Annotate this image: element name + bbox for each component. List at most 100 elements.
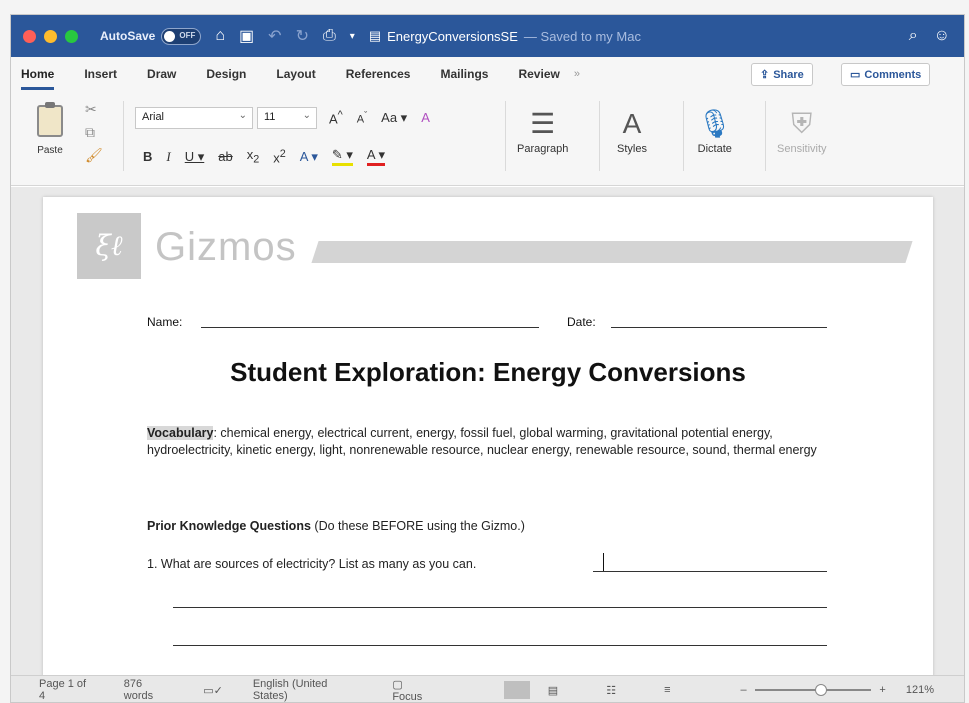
outline-view-icon[interactable]: ☷ <box>606 684 616 697</box>
clear-formatting-icon[interactable]: A <box>421 110 430 125</box>
shrink-font-icon[interactable]: Aˇ <box>357 110 367 126</box>
more-tabs-icon[interactable]: » <box>574 68 580 80</box>
status-bar: Page 1 of 4 876 words ▭✓ English (United… <box>11 675 964 703</box>
ribbon-separator <box>505 101 506 171</box>
zoom-window-button[interactable] <box>65 29 78 43</box>
paste-label: Paste <box>37 145 63 156</box>
tab-insert[interactable]: Insert <box>84 67 117 81</box>
share-button[interactable]: ⇪ Share <box>751 63 813 86</box>
autosave-label: AutoSave <box>100 29 156 43</box>
font-color-icon[interactable]: A ▾ <box>366 147 386 166</box>
header-bar <box>311 241 913 263</box>
strikethrough-icon[interactable]: ab <box>218 149 232 164</box>
grow-font-icon[interactable]: A^ <box>329 109 343 126</box>
web-layout-icon[interactable]: ▤ <box>548 684 558 697</box>
font-size-select[interactable]: 11 ⌄ <box>257 107 317 129</box>
dictate-button[interactable]: 🎙 Dictate <box>697 105 733 155</box>
bold-icon[interactable]: B <box>143 149 152 164</box>
zoom-level[interactable]: 121% <box>906 684 934 696</box>
tab-mailings[interactable]: Mailings <box>440 67 488 81</box>
ribbon-home: Paste ✂ ⧉ 🖌 Arial ⌄ 11 ⌄ A^ Aˇ Aa ▾ A B … <box>11 91 964 186</box>
cut-icon[interactable]: ✂ <box>85 101 103 118</box>
change-case-icon[interactable]: Aa ▾ <box>381 110 407 126</box>
customize-toolbar-icon[interactable]: ▾ <box>350 31 355 42</box>
clipboard-tools: ✂ ⧉ 🖌 <box>85 101 103 164</box>
print-layout-view-button[interactable] <box>503 681 530 699</box>
format-painter-icon[interactable]: 🖌 <box>85 147 103 164</box>
prior-knowledge-heading: Prior Knowledge Questions (Do these BEFO… <box>147 519 525 533</box>
undo-icon[interactable]: ↶ <box>268 26 281 46</box>
paragraph-icon: ☰ <box>530 108 556 139</box>
share-icon: ⇪ <box>760 69 770 81</box>
styles-icon: A <box>622 108 642 139</box>
paragraph-button[interactable]: ☰ Paragraph <box>517 105 568 155</box>
text-effects-icon[interactable]: A ▾ <box>300 149 318 165</box>
date-label: Date: <box>567 315 596 329</box>
document-canvas: ξℓ Gizmos Name: Date: Student Exploratio… <box>11 187 964 677</box>
italic-icon[interactable]: I <box>166 149 170 165</box>
tab-review[interactable]: Review <box>518 67 559 81</box>
ribbon-separator <box>123 101 124 171</box>
document-page[interactable]: ξℓ Gizmos Name: Date: Student Exploratio… <box>43 197 933 677</box>
chevron-down-icon: ⌄ <box>238 110 247 121</box>
ribbon-separator <box>683 101 684 171</box>
sensitivity-label: Sensitivity <box>777 143 827 155</box>
autosave-state: OFF <box>179 30 196 40</box>
page-count[interactable]: Page 1 of 4 <box>39 678 94 702</box>
underline-icon[interactable]: U ▾ <box>185 149 205 165</box>
word-count[interactable]: 876 words <box>124 678 173 702</box>
text-cursor <box>603 553 604 571</box>
page-title: Student Exploration: Energy Conversions <box>230 357 746 387</box>
search-icon[interactable]: ⌕ <box>909 27 918 45</box>
styles-label: Styles <box>617 143 647 155</box>
proofing-icon[interactable]: ▭✓ <box>203 684 223 697</box>
redo-icon[interactable]: ↻ <box>296 26 309 46</box>
clipboard-icon <box>37 102 63 137</box>
autosave-control[interactable]: AutoSave OFF <box>100 27 202 45</box>
copy-icon[interactable]: ⧉ <box>85 124 103 141</box>
vocabulary-label: Vocabulary <box>147 426 214 440</box>
print-icon[interactable]: ⎙ <box>323 27 336 45</box>
ribbon-tabs: Home Insert Draw Design Layout Reference… <box>11 57 964 91</box>
tab-design[interactable]: Design <box>206 67 246 81</box>
highlight-icon[interactable]: ✎ ▾ <box>331 147 353 166</box>
paste-button[interactable]: Paste <box>25 102 75 165</box>
answer-line-2 <box>173 607 827 608</box>
tab-draw[interactable]: Draw <box>147 67 176 81</box>
microphone-icon: 🎙 <box>697 108 733 139</box>
zoom-out-icon[interactable]: – <box>740 684 746 696</box>
home-icon[interactable]: ⌂ <box>215 27 225 45</box>
tab-home[interactable]: Home <box>21 67 55 90</box>
tab-layout[interactable]: Layout <box>276 67 315 81</box>
save-icon[interactable]: ▣ <box>239 26 254 46</box>
font-size-value: 11 <box>264 111 276 123</box>
vocabulary-text: : chemical energy, electrical current, e… <box>147 426 817 457</box>
zoom-slider-handle[interactable] <box>814 684 827 696</box>
superscript-icon[interactable]: x2 <box>273 148 286 165</box>
close-window-button[interactable] <box>23 29 36 43</box>
sensitivity-icon: ⛨ <box>791 108 813 139</box>
comment-icon: ▭ <box>850 69 861 81</box>
date-line <box>611 327 827 328</box>
subscript-icon[interactable]: x2 <box>247 147 260 166</box>
account-icon[interactable]: ☺ <box>934 27 950 45</box>
autosave-toggle[interactable]: OFF <box>161 27 202 45</box>
zoom-in-icon[interactable]: + <box>879 684 885 696</box>
document-name: EnergyConversionsSE <box>387 28 518 44</box>
tab-references[interactable]: References <box>346 67 411 81</box>
paragraph-label: Paragraph <box>517 143 569 155</box>
prior-knowledge-note: (Do these BEFORE using the Gizmo.) <box>314 519 525 533</box>
saved-status[interactable]: — Saved to my Mac <box>524 29 641 44</box>
zoom-slider[interactable] <box>754 684 872 696</box>
draft-view-icon[interactable]: ≡ <box>664 684 670 696</box>
ribbon-separator <box>765 101 766 171</box>
comments-button[interactable]: ▭ Comments <box>841 63 931 86</box>
vocabulary-paragraph: Vocabulary: chemical energy, electrical … <box>147 425 827 459</box>
focus-button[interactable]: ▢ Focus <box>392 678 463 703</box>
font-name-select[interactable]: Arial ⌄ <box>135 107 253 129</box>
sensitivity-button[interactable]: ⛨ Sensitivity <box>777 105 827 155</box>
language-status[interactable]: English (United States) <box>253 678 363 702</box>
name-line <box>201 327 539 328</box>
minimize-window-button[interactable] <box>44 29 57 43</box>
styles-button[interactable]: A Styles <box>617 105 647 155</box>
